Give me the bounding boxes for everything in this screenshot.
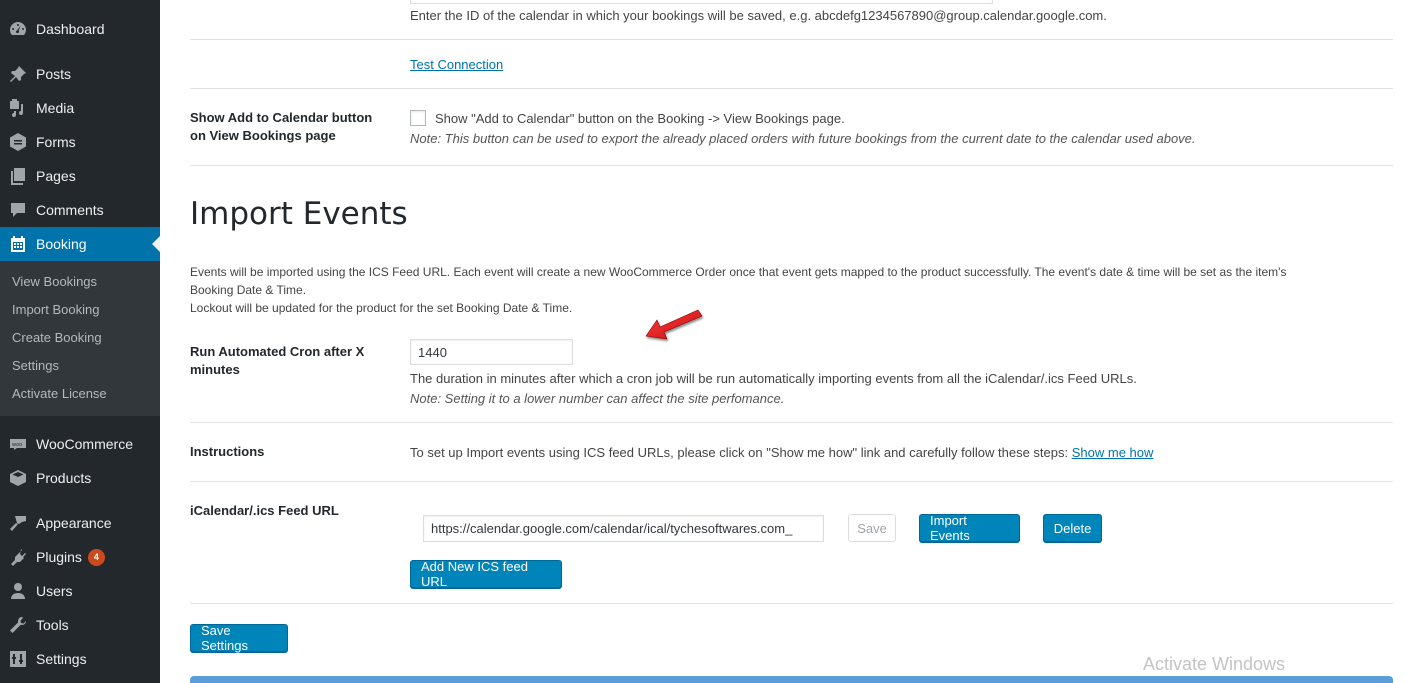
instructions-text: To set up Import events using ICS feed U… [410, 445, 1153, 460]
show-me-how-link[interactable]: Show me how [1072, 445, 1154, 460]
sidebar-label: Plugins [36, 549, 82, 565]
import-description-line2: Booking Date & Time. [190, 283, 307, 297]
instructions-label: Instructions [190, 444, 265, 459]
add-to-calendar-checkbox-text: Show "Add to Calendar" button on the Boo… [435, 111, 845, 126]
cron-help: The duration in minutes after which a cr… [410, 371, 1137, 386]
pages-icon [0, 166, 36, 186]
brush-icon [0, 513, 36, 533]
add-feed-url-button[interactable]: Add New ICS feed URL [410, 559, 562, 589]
section-title: Import Events [190, 196, 408, 232]
bottom-notice-bar [190, 676, 1393, 683]
sidebar-label: Posts [36, 66, 72, 82]
sidebar-item-plugins[interactable]: Plugins 4 [0, 540, 160, 574]
import-description-line1: Events will be imported using the ICS Fe… [190, 265, 1287, 279]
import-events-button[interactable]: Import Events [919, 513, 1020, 543]
sidebar-label: Settings [36, 651, 87, 667]
divider [190, 165, 1393, 166]
calendar-id-help: Enter the ID of the calendar in which yo… [410, 8, 1107, 23]
sidebar-item-tools[interactable]: Tools [0, 608, 160, 642]
sidebar-item-posts[interactable]: Posts [0, 57, 160, 91]
admin-sidebar: Dashboard Posts Media Forms Pages Commen… [0, 0, 160, 683]
sidebar-label: Products [36, 470, 92, 486]
comment-icon [0, 200, 36, 220]
feed-url-input[interactable]: https://calendar.google.com/calendar/ica… [423, 515, 824, 542]
sidebar-item-forms[interactable]: Forms [0, 125, 160, 159]
user-icon [0, 581, 36, 601]
sidebar-item-dashboard[interactable]: Dashboard [0, 12, 160, 46]
box-icon [0, 468, 36, 488]
sidebar-label: WooCommerce [36, 436, 133, 452]
sidebar-label: Media [36, 100, 75, 116]
cron-label: Run Automated Cron after X minutes [190, 344, 365, 377]
sidebar-label: Users [36, 583, 73, 599]
divider [190, 88, 1393, 89]
booking-submenu: View Bookings Import Booking Create Book… [0, 261, 160, 416]
dashboard-icon [0, 19, 36, 39]
import-description-line3: Lockout will be updated for the product … [190, 301, 573, 315]
sidebar-label: Pages [36, 168, 76, 184]
submenu-create-booking[interactable]: Create Booking [12, 330, 102, 345]
sidebar-label: Tools [36, 617, 69, 633]
instructions-body: To set up Import events using ICS feed U… [410, 445, 1069, 460]
annotation-arrow-icon [645, 309, 703, 340]
save-feed-button[interactable]: Save [848, 514, 896, 542]
pin-icon [0, 64, 36, 84]
media-icon [0, 98, 36, 118]
submenu-settings[interactable]: Settings [12, 358, 59, 373]
plug-icon [0, 547, 36, 567]
delete-feed-button[interactable]: Delete [1043, 514, 1102, 542]
divider [190, 39, 1393, 40]
divider [190, 422, 1393, 423]
sidebar-label: Appearance [36, 515, 112, 531]
cron-note: Note: Setting it to a lower number can a… [410, 391, 785, 406]
sidebar-item-booking[interactable]: Booking [0, 227, 160, 261]
feed-url-label: iCalendar/.ics Feed URL [190, 503, 339, 518]
sidebar-item-media[interactable]: Media [0, 91, 160, 125]
cron-minutes-input[interactable]: 1440 [410, 339, 573, 365]
wrench-icon [0, 615, 36, 635]
sliders-icon [0, 649, 36, 669]
sidebar-item-appearance[interactable]: Appearance [0, 506, 160, 540]
sidebar-label: Comments [36, 202, 104, 218]
sidebar-label: Forms [36, 134, 76, 150]
submenu-activate-license[interactable]: Activate License [12, 386, 107, 401]
sidebar-item-products[interactable]: Products [0, 461, 160, 495]
submenu-import-booking[interactable]: Import Booking [12, 302, 99, 317]
submenu-view-bookings[interactable]: View Bookings [12, 274, 97, 289]
main-content: Enter the ID of the calendar in which yo… [160, 0, 1405, 683]
save-settings-button[interactable]: Save Settings [190, 623, 288, 653]
divider [190, 481, 1393, 482]
sidebar-item-pages[interactable]: Pages [0, 159, 160, 193]
sidebar-item-users[interactable]: Users [0, 574, 160, 608]
calendar-icon [0, 234, 36, 254]
add-to-calendar-checkbox[interactable] [410, 110, 426, 126]
sidebar-label: Booking [36, 236, 87, 252]
sidebar-item-comments[interactable]: Comments [0, 193, 160, 227]
svg-text:woo: woo [12, 442, 22, 448]
add-to-calendar-label: Show Add to Calendar button on View Book… [190, 110, 373, 143]
plugin-update-badge: 4 [87, 548, 105, 566]
sidebar-item-settings[interactable]: Settings [0, 642, 160, 676]
sidebar-item-woocommerce[interactable]: woo WooCommerce [0, 427, 160, 461]
sidebar-label: Dashboard [36, 21, 105, 37]
forms-icon [0, 132, 36, 152]
woo-icon: woo [0, 434, 36, 454]
test-connection-link[interactable]: Test Connection [410, 57, 503, 72]
add-to-calendar-note: Note: This button can be used to export … [410, 131, 1196, 146]
activate-windows-watermark: Activate Windows [1143, 654, 1286, 674]
divider [190, 603, 1393, 604]
calendar-id-input[interactable] [410, 0, 993, 4]
